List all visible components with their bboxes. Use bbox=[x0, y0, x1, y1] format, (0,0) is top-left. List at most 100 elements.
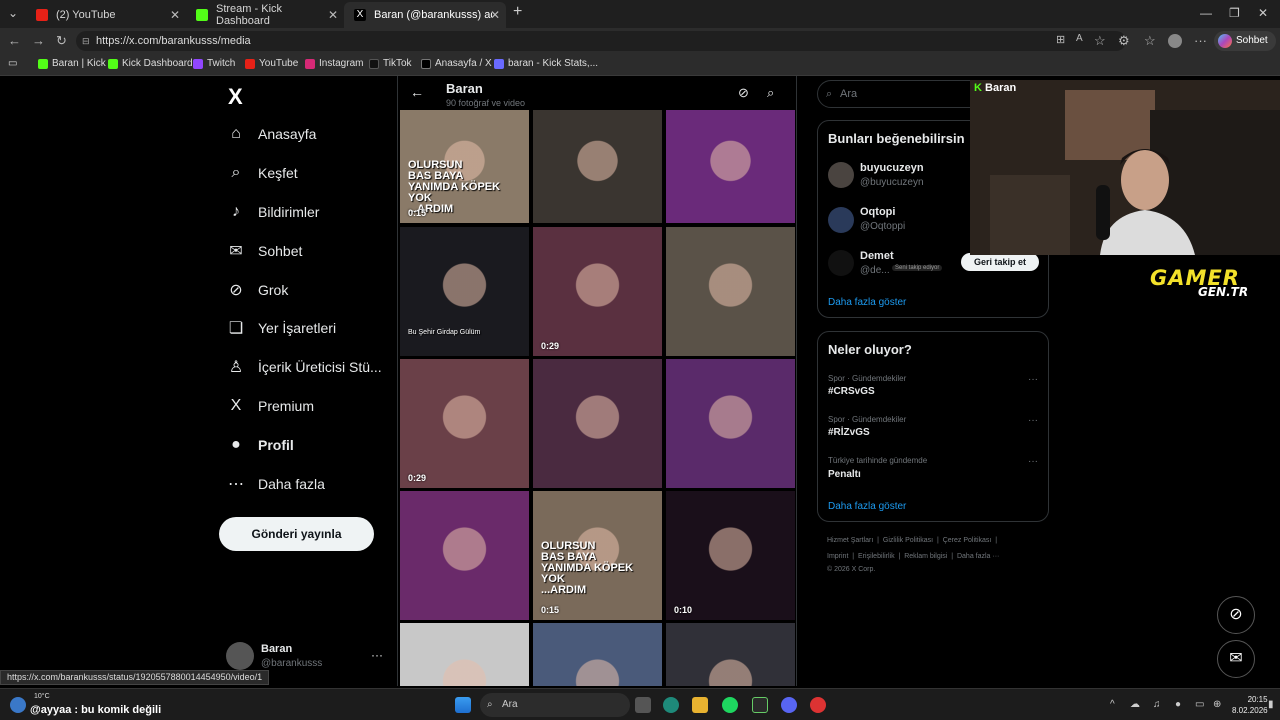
new-tab-icon[interactable]: + bbox=[513, 3, 522, 21]
app-icon[interactable] bbox=[810, 697, 826, 713]
trend-name[interactable]: #RİZvGS bbox=[828, 427, 870, 438]
follow-back-button[interactable]: Geri takip et bbox=[961, 253, 1039, 271]
media-tile[interactable] bbox=[533, 110, 662, 223]
footer-link[interactable]: Reklam bilgisi bbox=[904, 553, 947, 560]
spotify-icon[interactable] bbox=[722, 697, 738, 713]
messages-float-button[interactable]: ✉ bbox=[1217, 640, 1255, 678]
more-icon[interactable]: ··· bbox=[1028, 374, 1038, 385]
footer-link[interactable]: Hizmet Şartları bbox=[827, 537, 873, 544]
media-tile[interactable] bbox=[533, 359, 662, 488]
network-icon[interactable]: ▭ bbox=[1195, 699, 1204, 710]
clock[interactable]: 20:15 8.02.2026 bbox=[1232, 694, 1268, 716]
media-tile[interactable] bbox=[666, 623, 795, 686]
volume-icon[interactable]: ♫ bbox=[1153, 699, 1161, 710]
bookmark-kick-dashboard[interactable]: Kick Dashboard bbox=[108, 58, 193, 69]
bookmark-kick-stats[interactable]: baran - Kick Stats,... bbox=[494, 58, 598, 69]
more-icon[interactable]: ··· bbox=[371, 648, 383, 662]
media-tile[interactable] bbox=[666, 359, 795, 488]
file-explorer-icon[interactable] bbox=[692, 697, 708, 713]
show-more-link[interactable]: Daha fazla göster bbox=[828, 501, 906, 512]
nav-item-6[interactable]: ❏ Yer İşaretleri bbox=[226, 313, 336, 343]
show-more-link[interactable]: Daha fazla göster bbox=[828, 297, 906, 308]
grok-icon[interactable]: ⊘ bbox=[738, 85, 749, 101]
discord-icon[interactable] bbox=[781, 697, 797, 713]
close-tab-icon[interactable]: ✕ bbox=[490, 8, 500, 22]
footer-link[interactable]: Erişilebilirlik bbox=[858, 553, 895, 560]
nav-item-9[interactable]: ● Profil bbox=[226, 430, 294, 460]
search-icon[interactable]: ⌕ bbox=[767, 85, 774, 101]
media-tile[interactable]: 0:29 bbox=[533, 227, 662, 356]
media-tile[interactable] bbox=[533, 623, 662, 686]
reader-icon[interactable]: ⊞ bbox=[1056, 33, 1065, 46]
language-icon[interactable]: ⊕ bbox=[1213, 699, 1221, 710]
nav-item-3[interactable]: ♪ Bildirimler bbox=[226, 197, 319, 227]
nav-item-10[interactable]: ⋯ Daha fazla bbox=[226, 469, 325, 499]
post-button[interactable]: Gönderi yayınla bbox=[219, 517, 374, 551]
media-tile[interactable] bbox=[666, 110, 795, 223]
reload-icon[interactable]: ↻ bbox=[56, 33, 67, 49]
trend-name[interactable]: #CRSvGS bbox=[828, 386, 875, 397]
site-info-icon[interactable]: ⊟ bbox=[82, 31, 90, 51]
suggestion-name[interactable]: buyucuzeyn bbox=[860, 162, 924, 174]
trend-name[interactable]: Penaltı bbox=[828, 469, 861, 480]
nav-item-8[interactable]: X Premium bbox=[226, 391, 314, 421]
footer-link[interactable]: Çerez Politikası bbox=[943, 537, 992, 544]
grok-float-button[interactable]: ⊘ bbox=[1217, 596, 1255, 634]
extensions-icon[interactable]: ⚙ bbox=[1118, 33, 1130, 49]
x-logo[interactable]: X bbox=[228, 84, 243, 110]
tray-chevron-icon[interactable]: ^ bbox=[1110, 699, 1115, 710]
cloud-icon[interactable]: ☁ bbox=[1130, 699, 1140, 710]
user-avatar-icon[interactable] bbox=[1168, 34, 1182, 48]
tab-kick-dashboard[interactable]: Stream - Kick Dashboard ✕ bbox=[186, 2, 344, 28]
nav-item-7[interactable]: ♙ İçerik Üreticisi Stü... bbox=[226, 352, 382, 382]
media-tile[interactable] bbox=[400, 491, 529, 620]
url-input[interactable]: ⊟ https://x.com/barankusss/media bbox=[76, 31, 1126, 51]
maximize-icon[interactable]: ❐ bbox=[1229, 6, 1240, 20]
windows-start-icon[interactable] bbox=[455, 697, 471, 713]
edge-icon[interactable] bbox=[663, 697, 679, 713]
copilot-chat-button[interactable]: Sohbet et bbox=[1214, 31, 1276, 66]
close-tab-icon[interactable]: ✕ bbox=[170, 8, 180, 22]
bookmark-twitch[interactable]: Twitch bbox=[193, 58, 235, 69]
mic-icon[interactable]: ● bbox=[1175, 699, 1181, 710]
bookmark-anasayfa-x[interactable]: Anasayfa / X bbox=[421, 58, 492, 69]
avatar[interactable] bbox=[828, 162, 854, 188]
collections-icon[interactable]: ☆ bbox=[1144, 33, 1156, 49]
nav-item-2[interactable]: ⌕ Keşfet bbox=[226, 158, 298, 188]
suggestion-name[interactable]: Oqtopi bbox=[860, 206, 895, 218]
sidebar-toggle-icon[interactable]: ▭ bbox=[8, 58, 17, 69]
suggestion-name[interactable]: Demet bbox=[860, 250, 894, 262]
minimize-icon[interactable]: — bbox=[1200, 6, 1212, 20]
media-tile[interactable] bbox=[666, 227, 795, 356]
task-view-icon[interactable] bbox=[635, 697, 651, 713]
media-tile[interactable] bbox=[400, 623, 529, 686]
nav-item-1[interactable]: ⌂ Anasayfa bbox=[226, 119, 316, 149]
forward-icon[interactable]: → bbox=[32, 33, 45, 48]
close-tab-icon[interactable]: ✕ bbox=[328, 8, 338, 22]
footer-link[interactable]: Gizlilik Politikası bbox=[883, 537, 933, 544]
tab-youtube[interactable]: (2) YouTube ✕ bbox=[26, 2, 186, 28]
footer-link[interactable]: Daha fazla ··· bbox=[957, 553, 999, 560]
nav-item-4[interactable]: ✉ Sohbet bbox=[226, 236, 302, 266]
media-tile[interactable]: Bu Şehir Girdap Gülüm bbox=[400, 227, 529, 356]
bookmark-baran-kick[interactable]: Baran | Kick bbox=[38, 58, 106, 69]
close-window-icon[interactable]: ✕ bbox=[1258, 6, 1268, 20]
avatar[interactable] bbox=[828, 250, 854, 276]
media-tile[interactable]: OLURSUN BAS BAYA YANIMDA KÖPEK YOK ...AR… bbox=[533, 491, 662, 620]
tab-list-icon[interactable]: ⌄ bbox=[8, 6, 18, 20]
read-aloud-icon[interactable]: A bbox=[1076, 33, 1083, 44]
taskbar-search[interactable]: ⌕ Ara bbox=[480, 693, 630, 717]
avatar[interactable] bbox=[828, 207, 854, 233]
favorite-star-icon[interactable]: ☆ bbox=[1094, 33, 1106, 49]
notification-icon[interactable]: ▮ bbox=[1268, 699, 1274, 710]
footer-link[interactable]: Imprint bbox=[827, 553, 848, 560]
weather-icon[interactable] bbox=[10, 697, 26, 713]
bookmark-instagram[interactable]: Instagram bbox=[305, 58, 363, 69]
media-tile[interactable]: 0:10 bbox=[666, 491, 795, 620]
more-icon[interactable]: ··· bbox=[1028, 456, 1038, 467]
bookmark-youtube[interactable]: YouTube bbox=[245, 58, 298, 69]
back-icon[interactable]: ← bbox=[8, 33, 21, 48]
media-tile[interactable]: OLURSUN BAS BAYA YANIMDA KÖPEK YOK ...AR… bbox=[400, 110, 529, 223]
more-icon[interactable]: ··· bbox=[1028, 415, 1038, 426]
bookmark-tiktok[interactable]: TikTok bbox=[369, 58, 412, 69]
